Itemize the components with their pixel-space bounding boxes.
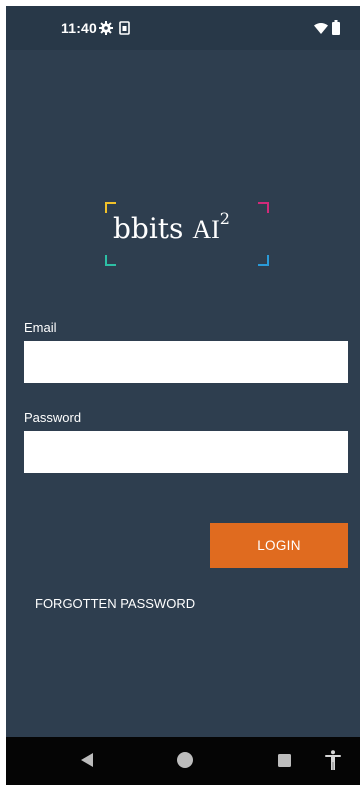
logo-bracket-top-right — [258, 202, 269, 213]
logo-superscript: 2 — [219, 208, 230, 228]
sim-card-icon — [119, 21, 130, 35]
email-field[interactable] — [24, 341, 348, 383]
wifi-icon — [314, 23, 328, 34]
status-time: 11:40 — [61, 20, 98, 36]
logo-bracket-bottom-right — [258, 255, 269, 266]
password-label: Password — [24, 410, 82, 425]
forgotten-password-link[interactable]: FORGOTTEN PASSWORD — [35, 596, 195, 611]
gear-icon — [99, 21, 113, 35]
logo-bracket-bottom-left — [105, 255, 116, 266]
navigation-bar — [6, 737, 360, 785]
app-screen: 11:40 bbits AI2 Email Password LOGIN FOR… — [6, 6, 360, 785]
logo-name: bbits — [113, 212, 184, 245]
home-icon[interactable] — [177, 752, 193, 768]
battery-icon — [332, 20, 340, 35]
back-icon[interactable] — [81, 753, 93, 767]
status-bar: 11:40 — [6, 6, 360, 50]
login-button[interactable]: LOGIN — [210, 523, 348, 568]
logo-text: bbits AI2 — [113, 208, 230, 245]
recents-icon[interactable] — [278, 754, 291, 767]
bbits-ai2-logo: bbits AI2 — [105, 202, 269, 266]
accessibility-icon[interactable] — [324, 750, 342, 770]
password-field[interactable] — [24, 431, 348, 473]
email-label: Email — [24, 320, 57, 335]
logo-ai: AI — [192, 215, 220, 244]
